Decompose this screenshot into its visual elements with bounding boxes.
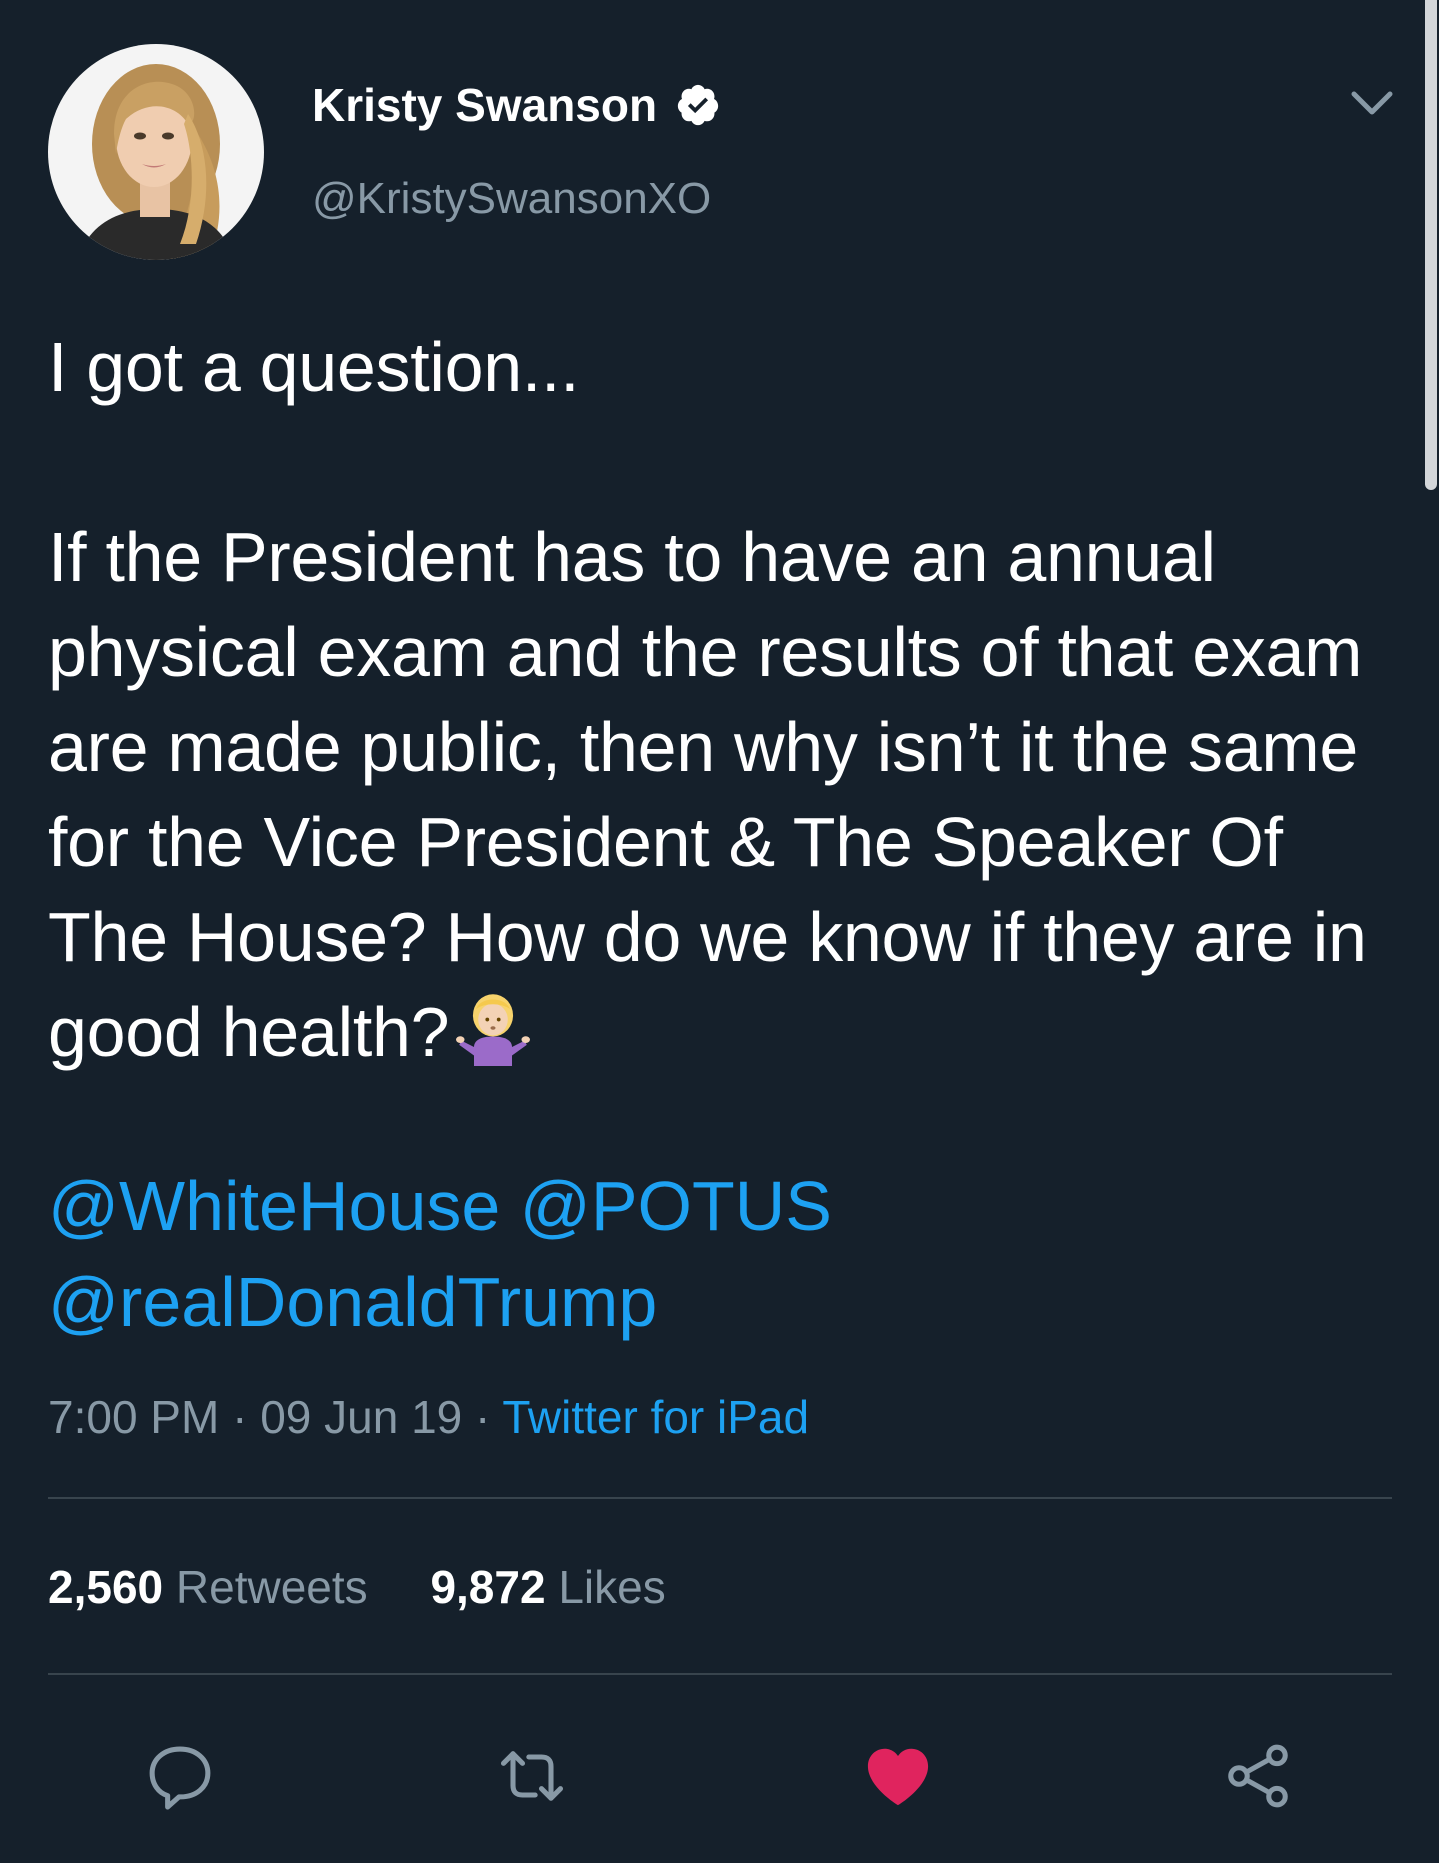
- mentions-line-1: @WhiteHouse @POTUS: [48, 1166, 832, 1246]
- person-shrugging-emoji-icon: [455, 990, 531, 1066]
- mention-link-whitehouse[interactable]: @WhiteHouse: [48, 1167, 500, 1245]
- avatar[interactable]: [48, 44, 264, 260]
- tweet-date: 09 Jun 19: [260, 1391, 463, 1443]
- scrollbar[interactable]: [1419, 0, 1439, 1863]
- tweet-body-text: If the President has to have an annual p…: [48, 518, 1367, 1071]
- likes-stat[interactable]: 9,872 Likes: [430, 1560, 665, 1614]
- retweet-icon[interactable]: [494, 1738, 570, 1814]
- tweet-detail-page: Kristy Swanson @KristySwansonXO I got a …: [0, 0, 1439, 1863]
- tweet-source-link[interactable]: Twitter for iPad: [502, 1391, 809, 1443]
- tweet-meta: 7:00 PM · 09 Jun 19 · Twitter for iPad: [48, 1390, 809, 1444]
- retweets-stat[interactable]: 2,560 Retweets: [48, 1560, 368, 1614]
- tweet-text: I got a question... If the President has…: [48, 320, 1368, 1080]
- verified-badge-icon: [675, 82, 721, 128]
- divider: [48, 1673, 1392, 1675]
- meta-separator: ·: [232, 1391, 248, 1443]
- author-handle[interactable]: @KristySwansonXO: [312, 174, 711, 224]
- likes-count: 9,872: [430, 1561, 546, 1613]
- mention-link-realdonaldtrump[interactable]: @realDonaldTrump: [48, 1263, 657, 1341]
- tweet-time: 7:00 PM: [48, 1391, 220, 1443]
- avatar-image: [48, 44, 264, 260]
- retweets-label: Retweets: [175, 1561, 368, 1613]
- author-name[interactable]: Kristy Swanson: [312, 78, 721, 132]
- reply-icon[interactable]: [142, 1738, 218, 1814]
- mentions-line-2: @realDonaldTrump: [48, 1262, 657, 1342]
- heart-icon[interactable]: [860, 1738, 936, 1814]
- scrollbar-thumb[interactable]: [1425, 0, 1437, 490]
- mention-link-potus[interactable]: @POTUS: [520, 1167, 832, 1245]
- retweets-count: 2,560: [48, 1561, 164, 1613]
- meta-separator: ·: [475, 1391, 491, 1443]
- share-icon[interactable]: [1220, 1738, 1296, 1814]
- author-display-name[interactable]: Kristy Swanson: [312, 78, 657, 132]
- tweet-intro: I got a question...: [48, 328, 580, 406]
- tweet-body: If the President has to have an annual p…: [48, 510, 1368, 1080]
- divider: [48, 1497, 1392, 1499]
- chevron-down-icon[interactable]: [1348, 84, 1396, 124]
- likes-label: Likes: [558, 1561, 666, 1613]
- tweet-stats: 2,560 Retweets 9,872 Likes: [48, 1560, 666, 1614]
